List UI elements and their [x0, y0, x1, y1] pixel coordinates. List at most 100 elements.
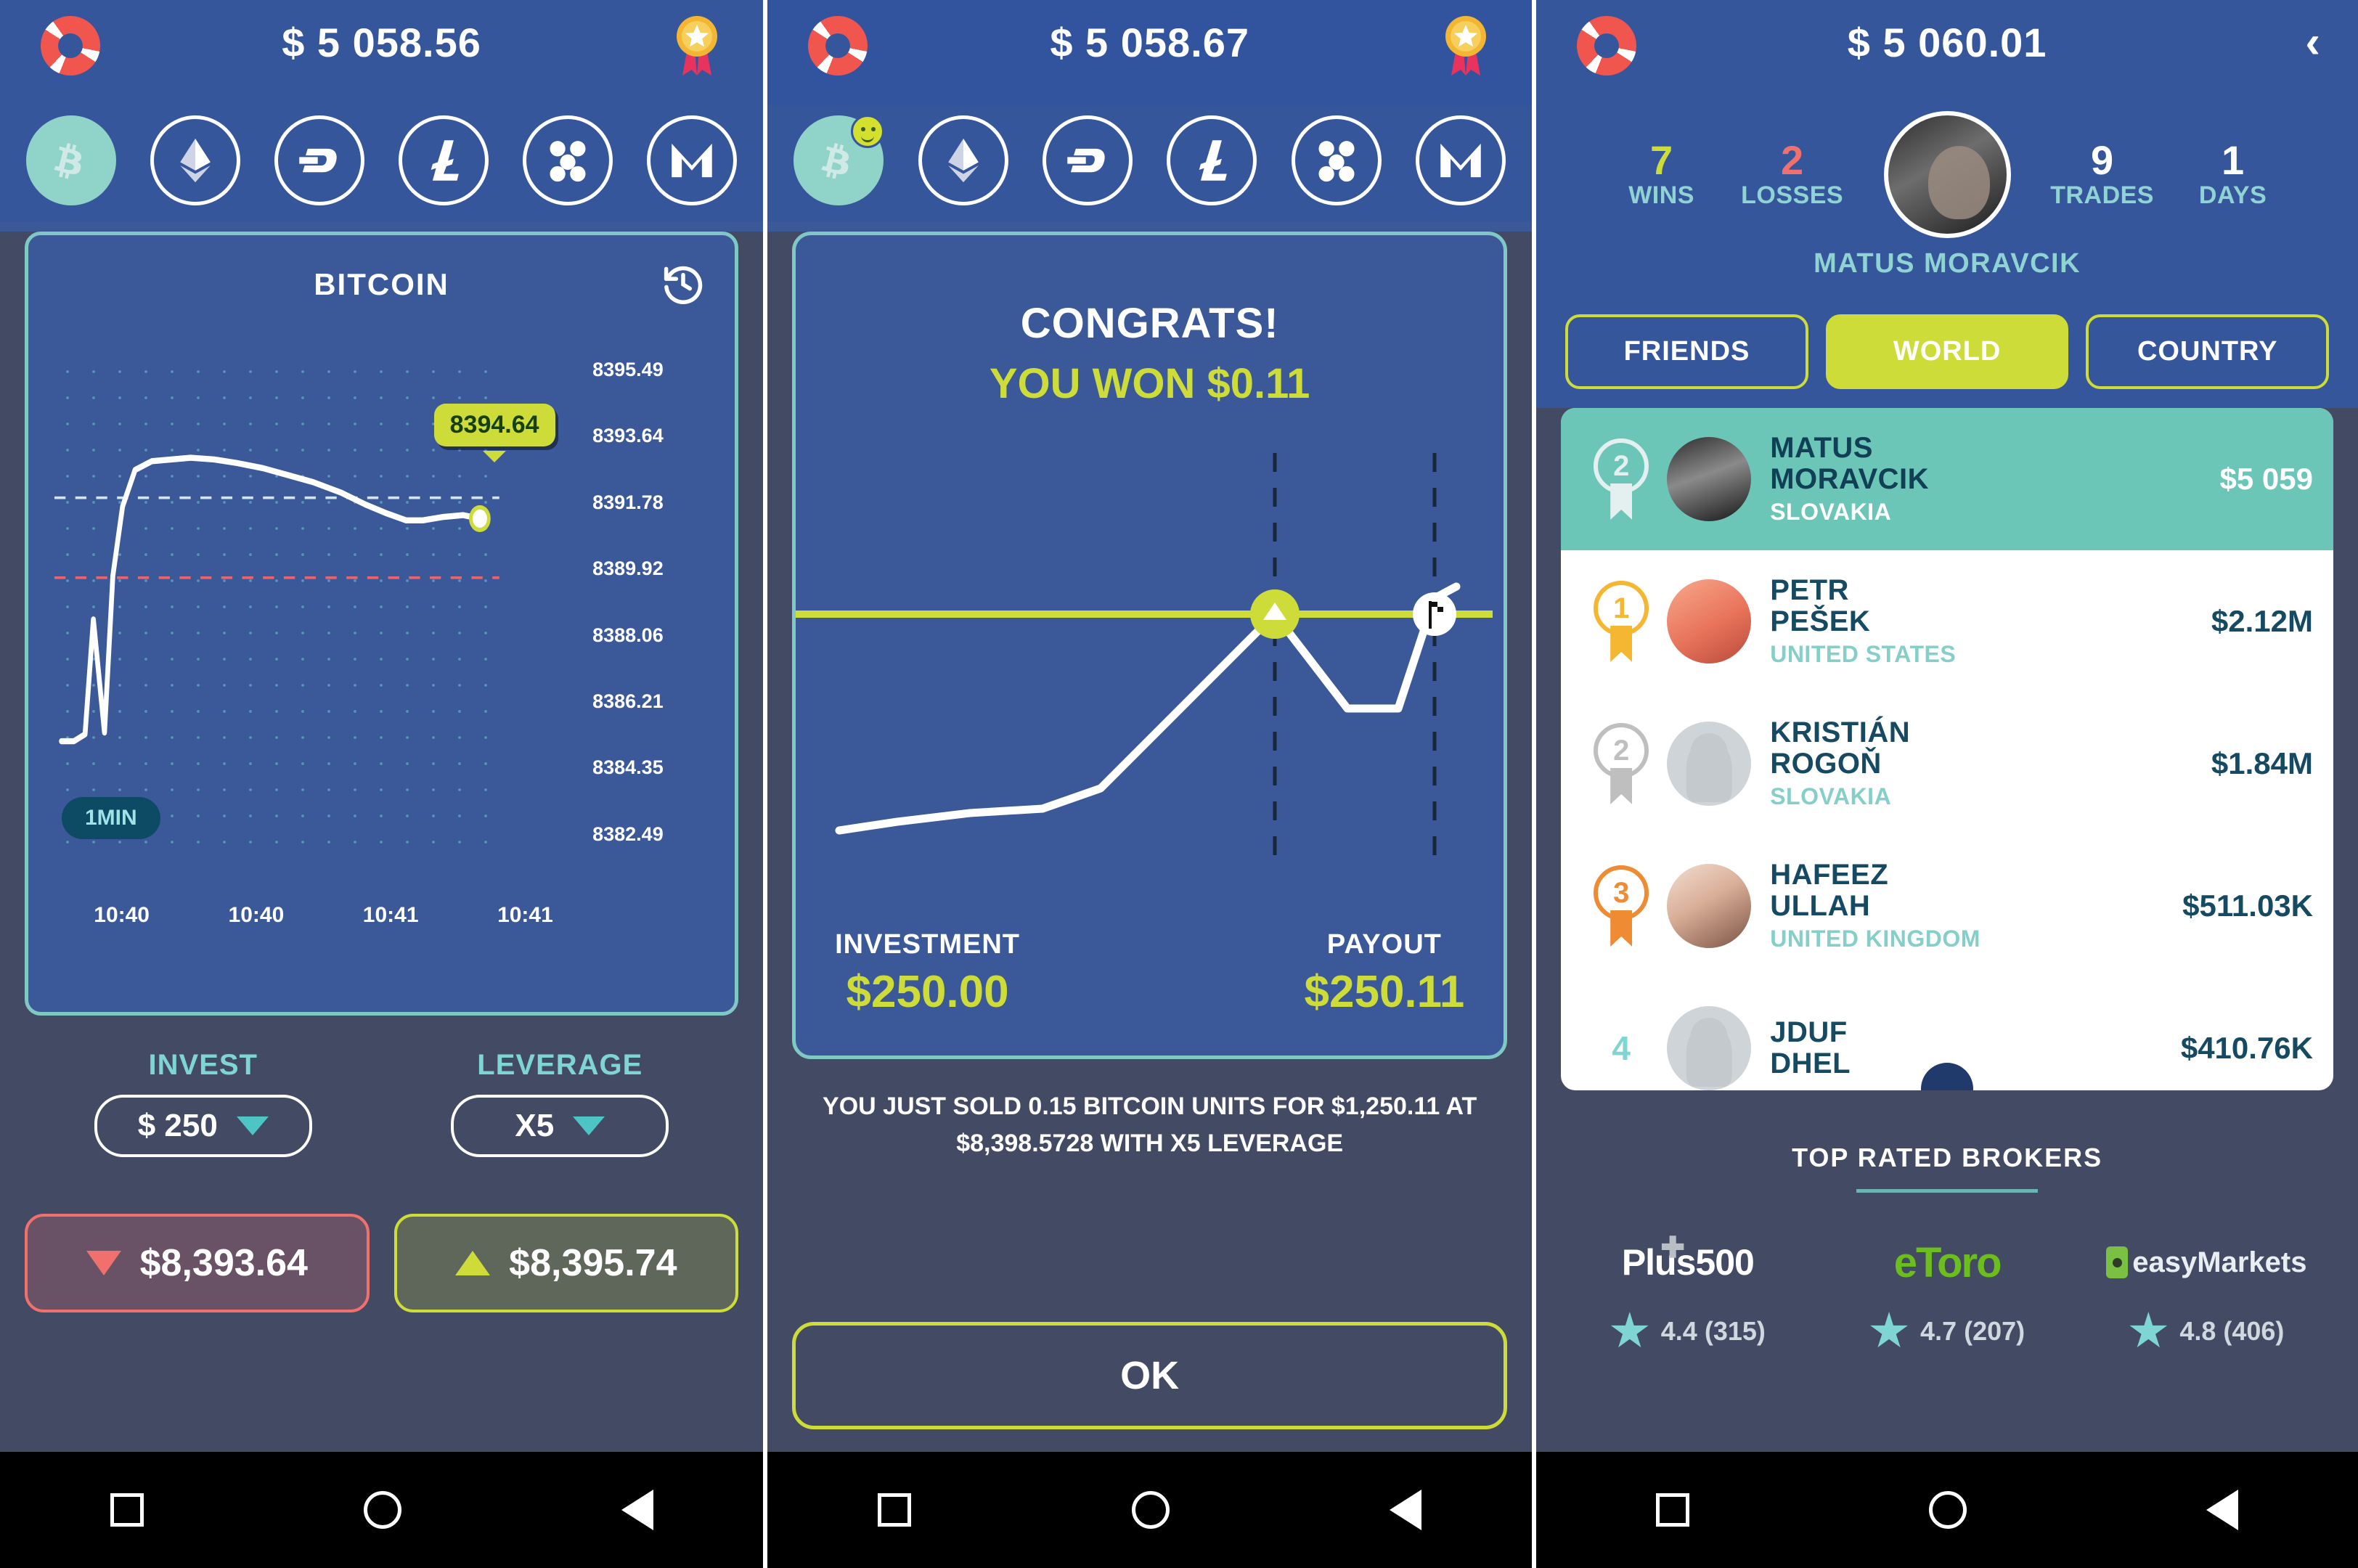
- broker-rating: 4.4 (315): [1660, 1316, 1766, 1346]
- tab-world[interactable]: WORLD: [1825, 314, 2069, 389]
- coin-bitcoin[interactable]: [26, 115, 116, 205]
- player-balance: $5 059: [2219, 462, 2313, 496]
- leverage-dropdown[interactable]: X5: [451, 1095, 669, 1157]
- three-panel-screenshot: $ 5 058.56 BITCOIN 8394.64 8395.49 8393.…: [0, 0, 2358, 1568]
- coin-monero[interactable]: [1416, 115, 1506, 205]
- square-icon[interactable]: [1656, 1493, 1690, 1527]
- plus500-logo-icon: ✚ Plus500: [1621, 1232, 1755, 1283]
- coin-litecoin[interactable]: [1167, 115, 1257, 205]
- price-tooltip: 8394.64: [433, 404, 555, 463]
- history-icon[interactable]: [659, 260, 707, 308]
- player-name-line1: PETR: [1770, 573, 1849, 606]
- brokers-section: TOP RATED BROKERS ✚ Plus500 4.4 (315) eT…: [1536, 1143, 2358, 1351]
- payout-stat: PAYOUT $250.11: [1305, 929, 1465, 1018]
- coin-ripple[interactable]: [1291, 115, 1382, 205]
- player-balance: $1.84M: [2211, 746, 2313, 780]
- broker-rating: 4.8 (406): [2179, 1316, 2285, 1346]
- rank-badge: 2: [1581, 438, 1661, 520]
- x-tick: 10:40: [228, 903, 285, 927]
- coin-ripple[interactable]: [523, 115, 613, 205]
- triangle-back-icon[interactable]: [1390, 1490, 1422, 1530]
- leaderboard-scope-tabs: FRIENDS WORLD COUNTRY: [1536, 298, 2358, 408]
- panel1-coin-selector[interactable]: [0, 105, 764, 221]
- wins-value: 7: [1650, 136, 1673, 183]
- invest-control: INVEST $ 250: [94, 1049, 312, 1157]
- losses-value: 2: [1781, 136, 1804, 183]
- panel2-coin-selector[interactable]: [767, 105, 1533, 221]
- profile-name: MATUS MORAVCIK: [1814, 248, 2081, 279]
- triangle-down-icon: [86, 1251, 121, 1275]
- tab-country[interactable]: COUNTRY: [2086, 314, 2329, 389]
- panel3-header: $ 5 060.01 ‹: [1536, 0, 2358, 105]
- ethereum-icon: [947, 138, 979, 183]
- player-name-line1: JDUF: [1770, 1016, 1848, 1048]
- circle-icon[interactable]: [1929, 1491, 1967, 1529]
- broker-list: ✚ Plus500 4.4 (315) eToro 4.7 (207) easy…: [1536, 1232, 2358, 1351]
- coin-dash[interactable]: [274, 115, 365, 205]
- chevron-left-icon[interactable]: ‹: [2305, 20, 2320, 65]
- square-icon[interactable]: [110, 1493, 144, 1527]
- ethereum-icon: [180, 138, 211, 183]
- player-balance: $511.03K: [2182, 889, 2313, 923]
- coin-ethereum[interactable]: [918, 115, 1008, 205]
- avatar[interactable]: [1883, 111, 2011, 238]
- y-tick: 8393.64: [592, 425, 664, 447]
- investment-value: $250.00: [846, 967, 1009, 1017]
- wins-stat: 7 WINS: [1596, 139, 1727, 211]
- litecoin-icon: [431, 140, 459, 181]
- leaderboard-list[interactable]: 2 MATUS MORAVCIK SLOVAKIA $5 059 1 PETR …: [1561, 408, 2333, 1090]
- sell-button[interactable]: $8,393.64: [25, 1214, 370, 1312]
- tab-friends[interactable]: FRIENDS: [1565, 314, 1808, 389]
- trade-description: YOU JUST SOLD 0.15 BITCOIN UNITS FOR $1,…: [823, 1093, 1477, 1157]
- y-tick: 8389.92: [592, 558, 664, 580]
- leverage-label: LEVERAGE: [477, 1049, 643, 1081]
- coin-monero[interactable]: [647, 115, 738, 205]
- avatar: [1667, 864, 1752, 948]
- table-row[interactable]: 2 MATUS MORAVCIK SLOVAKIA $5 059: [1561, 408, 2333, 550]
- coin-ethereum[interactable]: [150, 115, 241, 205]
- coin-dash[interactable]: [1042, 115, 1133, 205]
- chevron-down-icon: [236, 1116, 269, 1135]
- table-row[interactable]: 3 HAFEEZ ULLAH UNITED KINGDOM $511.03K: [1561, 835, 2333, 977]
- invest-dropdown[interactable]: $ 250: [94, 1095, 312, 1157]
- ok-button[interactable]: OK: [792, 1322, 1508, 1429]
- balance-amount: $ 5 058.67: [1050, 20, 1249, 65]
- triangle-back-icon[interactable]: [621, 1490, 653, 1530]
- x-tick: 10:41: [362, 903, 419, 927]
- circle-icon[interactable]: [1131, 1491, 1170, 1529]
- panel1-body: BITCOIN 8394.64 8395.49 8393.64 8391.78 …: [0, 232, 764, 1538]
- panel2-body: CONGRATS! YOU WON $0.11 INVESTMENT $250.…: [767, 232, 1533, 1538]
- table-row[interactable]: 1 PETR PEŠEK UNITED STATES $2.12M: [1561, 550, 2333, 693]
- player-info: MATUS MORAVCIK SLOVAKIA: [1770, 432, 2219, 526]
- profile-stats-row: 7 WINS 2 LOSSES 9 TRADES 1 DAYS: [1536, 105, 2358, 238]
- broker-plus500[interactable]: ✚ Plus500 4.4 (315): [1572, 1232, 1804, 1351]
- broker-etoro[interactable]: eToro 4.7 (207): [1831, 1233, 2063, 1351]
- medal-icon[interactable]: [673, 15, 721, 77]
- medal-icon[interactable]: [1442, 15, 1490, 77]
- player-balance: $410.76K: [2180, 1031, 2313, 1065]
- buy-button[interactable]: $8,395.74: [393, 1214, 739, 1312]
- player-info: JDUF DHEL: [1770, 1016, 2181, 1079]
- ribbon-icon: 2: [1594, 723, 1649, 804]
- star-icon: [2129, 1312, 2168, 1348]
- rank-badge: 1: [1581, 581, 1661, 662]
- price-chart-card[interactable]: BITCOIN 8394.64 8395.49 8393.64 8391.78 …: [25, 232, 739, 1016]
- player-name-line2: PEŠEK: [1770, 605, 1871, 637]
- panel1-header: $ 5 058.56: [0, 0, 764, 105]
- player-info: PETR PEŠEK UNITED STATES: [1770, 573, 2211, 668]
- broker-name: Plus500: [1621, 1242, 1755, 1283]
- panel2-header: $ 5 058.67: [767, 0, 1533, 105]
- broker-easymarkets[interactable]: easyMarkets 4.8 (406): [2090, 1233, 2322, 1351]
- y-tick: 8395.49: [592, 359, 664, 380]
- square-icon[interactable]: [877, 1493, 911, 1527]
- days-stat: 1 DAYS: [2168, 139, 2298, 211]
- circle-icon[interactable]: [363, 1491, 401, 1529]
- triangle-back-icon[interactable]: [2206, 1490, 2238, 1530]
- coin-bitcoin[interactable]: [794, 115, 885, 205]
- timeframe-badge[interactable]: 1MIN: [62, 797, 160, 839]
- table-row[interactable]: 2 KRISTIÁN ROGOŇ SLOVAKIA $1.84M: [1561, 693, 2333, 835]
- player-name-line2: DHEL: [1770, 1048, 1851, 1079]
- android-navbar: [1536, 1452, 2358, 1568]
- coin-litecoin[interactable]: [399, 115, 489, 205]
- dash-icon: [1067, 148, 1105, 173]
